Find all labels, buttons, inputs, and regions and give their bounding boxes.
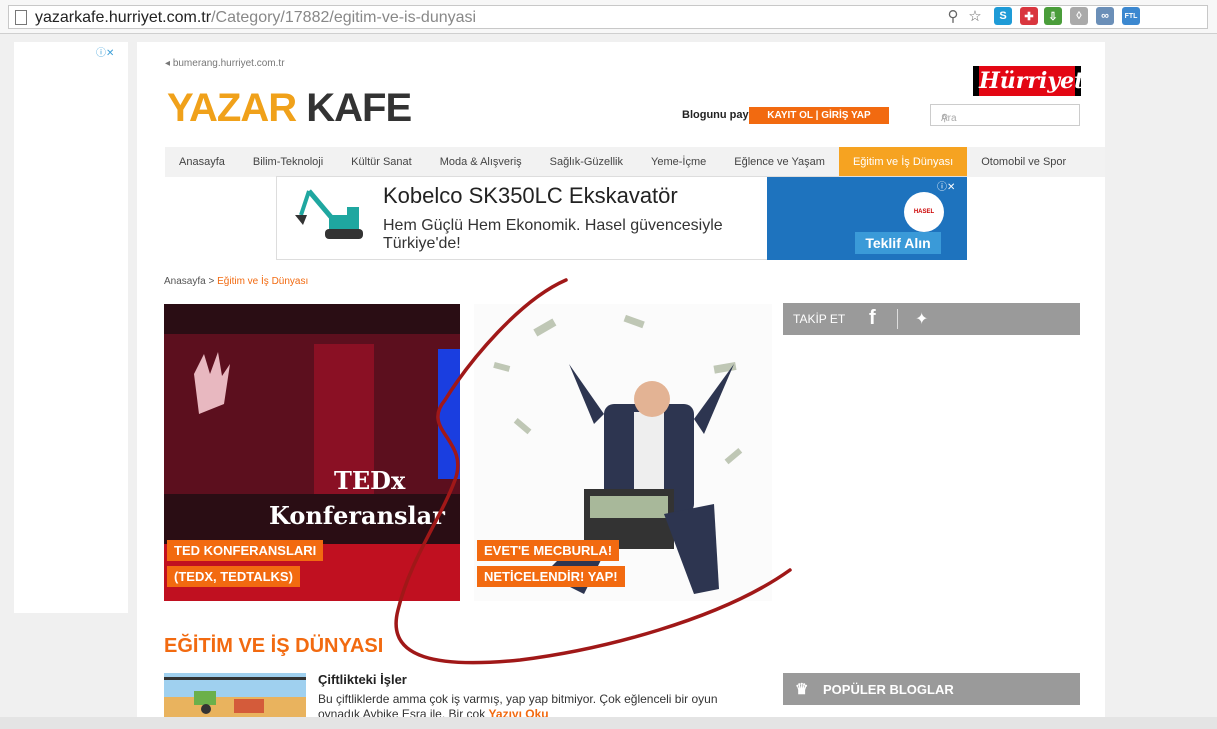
twitter-icon[interactable]: ✦ <box>915 309 928 329</box>
ad-cta-panel: HASEL KOBELCO Teklif Alın ⓘ✕ <box>767 177 967 260</box>
ad-subtitle: Hem Güçlü Hem Ekonomik. Hasel güvencesiy… <box>383 217 723 252</box>
farm-image <box>164 673 306 722</box>
hasel-logo: HASEL KOBELCO <box>904 192 944 255</box>
feature-tag-line2: (TEDX, TEDTALKS) <box>167 566 300 587</box>
ftl-icon[interactable]: FTL <box>1122 7 1140 25</box>
link-icon[interactable]: ∞ <box>1096 7 1114 25</box>
popular-blogs-header: ♛ POPÜLER BLOGLAR <box>783 673 1080 705</box>
nav-item-8[interactable]: Otomobil ve Spor <box>967 147 1080 177</box>
follow-bar: TAKİP ET f ✦ <box>783 303 1080 335</box>
puzzle-icon[interactable]: ✚ <box>1020 7 1038 25</box>
article-title[interactable]: Çiftlikteki İşler <box>318 672 407 687</box>
crown-icon: ♛ <box>795 681 809 698</box>
zoom-icon[interactable]: ⚲ <box>944 7 962 25</box>
register-button[interactable]: KAYIT OL <box>767 110 813 121</box>
download-icon[interactable]: ⇩ <box>1044 7 1062 25</box>
adchoices-icon[interactable]: ⓘ✕ <box>937 178 955 193</box>
url-path: /Category/17882/egitim-ve-is-dunyasi <box>211 9 477 26</box>
page-content: ◂ bumerang.hurriyet.com.tr YAZAR KAFE Hü… <box>137 42 1105 722</box>
skype-icon[interactable]: S <box>994 7 1012 25</box>
url-host: yazarkafe.hurriyet.com.tr <box>35 9 212 26</box>
nav-item-0[interactable]: Anasayfa <box>165 147 239 177</box>
url-text[interactable]: yazarkafe.hurriyet.com.tr/Category/17882… <box>35 9 476 27</box>
star-icon[interactable]: ☆ <box>966 7 984 25</box>
ad-title: Kobelco SK350LC Ekskavatör <box>383 183 678 208</box>
side-ad-slot[interactable]: ⓘ✕ <box>14 42 128 613</box>
auth-bar: KAYIT OL | GİRİŞ YAP <box>749 107 889 124</box>
article-thumbnail[interactable] <box>164 673 306 722</box>
adchoices-icon[interactable]: ⓘ✕ <box>96 44 114 59</box>
status-bar <box>0 717 1217 729</box>
feature-card-ted[interactable]: TEDx Konferanslar TED KONFERANSLARI (TED… <box>164 304 460 601</box>
page-icon <box>15 10 27 25</box>
logo-part1: YAZAR <box>167 86 297 130</box>
ad-cta-button[interactable]: Teklif Alın <box>855 232 941 254</box>
breadcrumb-home[interactable]: Anasayfa <box>164 276 206 287</box>
breadcrumb: Anasayfa > Eğitim ve İş Dünyası <box>164 276 308 287</box>
ted-overlay-2: Konferanslar <box>269 501 445 530</box>
source-link[interactable]: ◂ bumerang.hurriyet.com.tr <box>165 58 285 69</box>
feature-tag-line2: NETİCELENDİR! YAP! <box>477 566 625 587</box>
nav-item-1[interactable]: Bilim-Teknoloji <box>239 147 337 177</box>
login-button[interactable]: GİRİŞ YAP <box>821 110 870 121</box>
popular-label: POPÜLER BLOGLAR <box>823 682 954 697</box>
logo-part2: KAFE <box>306 86 412 130</box>
browser-toolbar: yazarkafe.hurriyet.com.tr/Category/17882… <box>0 0 1217 34</box>
follow-divider <box>897 309 898 329</box>
breadcrumb-current[interactable]: Eğitim ve İş Dünyası <box>217 276 308 287</box>
nav-item-4[interactable]: Sağlık-Güzellik <box>536 147 637 177</box>
excavator-image <box>295 189 363 239</box>
banner-ad[interactable]: Kobelco SK350LC Ekskavatör Hem Güçlü Hem… <box>276 176 967 260</box>
source-link-text: bumerang.hurriyet.com.tr <box>172 58 285 69</box>
feature-tag-line1: EVET'E MECBURLA! <box>477 540 620 561</box>
nav-item-3[interactable]: Moda & Alışveriş <box>426 147 536 177</box>
feature-card-money[interactable]: EVET'E MECBURLA! NETİCELENDİR! YAP! <box>474 304 772 601</box>
follow-label: TAKİP ET <box>793 312 846 326</box>
search-input[interactable]: ⚲ Ara <box>930 104 1080 126</box>
category-nav: Anasayfa Bilim-Teknoloji Kültür Sanat Moda … <box>165 147 1105 177</box>
nav-item-5[interactable]: Yeme-İçme <box>637 147 720 177</box>
shield-icon[interactable]: ◊ <box>1070 7 1088 25</box>
site-logo[interactable]: YAZAR KAFE <box>167 86 412 131</box>
ted-overlay-1: TEDx <box>334 466 406 495</box>
nav-item-2[interactable]: Kültür Sanat <box>337 147 426 177</box>
nav-item-6[interactable]: Eğlence ve Yaşam <box>720 147 839 177</box>
nav-item-7[interactable]: Eğitim ve İş Dünyası <box>838 147 968 177</box>
section-title: EĞİTİM VE İŞ DÜNYASI <box>164 635 384 657</box>
facebook-icon[interactable]: f <box>869 307 876 330</box>
breadcrumb-separator: > <box>205 276 218 287</box>
search-placeholder-text: Ara <box>941 113 957 124</box>
feature-tag-line1: TED KONFERANSLARI <box>167 540 324 561</box>
hurriyet-logo[interactable]: Hürriyet <box>973 66 1084 96</box>
